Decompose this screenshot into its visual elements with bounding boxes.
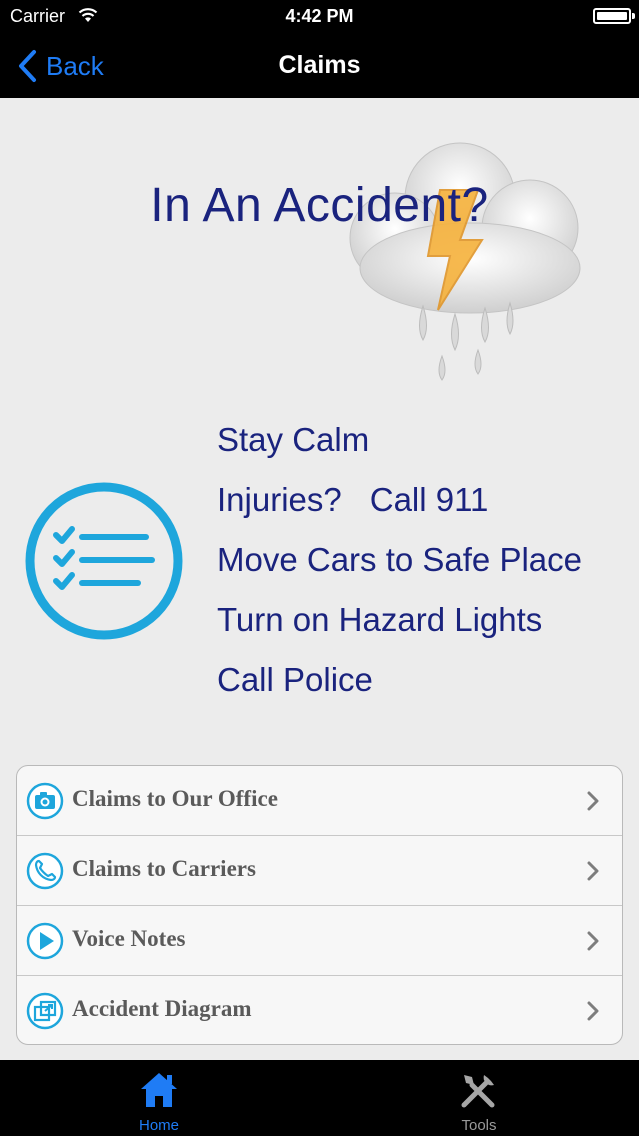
tools-icon <box>461 1075 495 1108</box>
tab-home[interactable]: Home <box>79 1060 239 1136</box>
page-title: Claims <box>278 51 361 79</box>
phone-icon <box>26 852 64 890</box>
tab-label: Home <box>138 1117 179 1134</box>
menu-item-claims-carriers[interactable]: Claims to Carriers <box>17 836 622 906</box>
content-area: In An Accident? Stay Calm Injuries? Call … <box>0 98 639 1060</box>
chevron-right-icon <box>587 1001 599 1021</box>
tip-item: Move Cars to Safe Place <box>217 541 582 578</box>
storm-cloud-icon <box>349 142 581 381</box>
menu-item-claims-office[interactable]: Claims to Our Office <box>17 766 622 836</box>
hero-title: In An Accident? <box>150 179 489 232</box>
safety-tips-list: Stay Calm Injuries? Call 911 Move Cars to… <box>217 416 627 716</box>
tab-label: Tools <box>461 1117 497 1134</box>
menu-item-label: Accident Diagram <box>72 996 252 1021</box>
menu-item-label: Claims to Carriers <box>72 856 256 881</box>
tip-item: Call Police <box>217 661 373 698</box>
chevron-right-icon <box>587 791 599 811</box>
diagram-icon <box>26 992 64 1030</box>
navigation-bar: Back Claims <box>0 34 639 98</box>
home-icon <box>141 1073 177 1107</box>
tip-item: Turn on Hazard Lights <box>217 601 543 638</box>
tab-bar: Home Tools <box>0 1060 639 1136</box>
camera-icon <box>26 782 64 820</box>
play-icon <box>26 922 64 960</box>
menu-item-voice-notes[interactable]: Voice Notes <box>17 906 622 976</box>
status-time: 4:42 PM <box>285 6 354 26</box>
tip-item: Injuries? Call 911 <box>217 481 489 518</box>
menu-item-accident-diagram[interactable]: Accident Diagram <box>17 976 622 1044</box>
chevron-right-icon <box>587 861 599 881</box>
menu-item-label: Voice Notes <box>72 926 186 951</box>
menu-item-label: Claims to Our Office <box>72 786 278 811</box>
tab-tools[interactable]: Tools <box>399 1060 559 1136</box>
claims-menu: Claims to Our Office Claims to Carriers … <box>16 765 623 1045</box>
chevron-right-icon <box>587 931 599 951</box>
battery-icon <box>593 8 635 24</box>
status-bar: Carrier 4:42 PM <box>0 0 639 34</box>
checklist-icon <box>25 482 183 640</box>
tip-item: Stay Calm <box>217 421 370 458</box>
